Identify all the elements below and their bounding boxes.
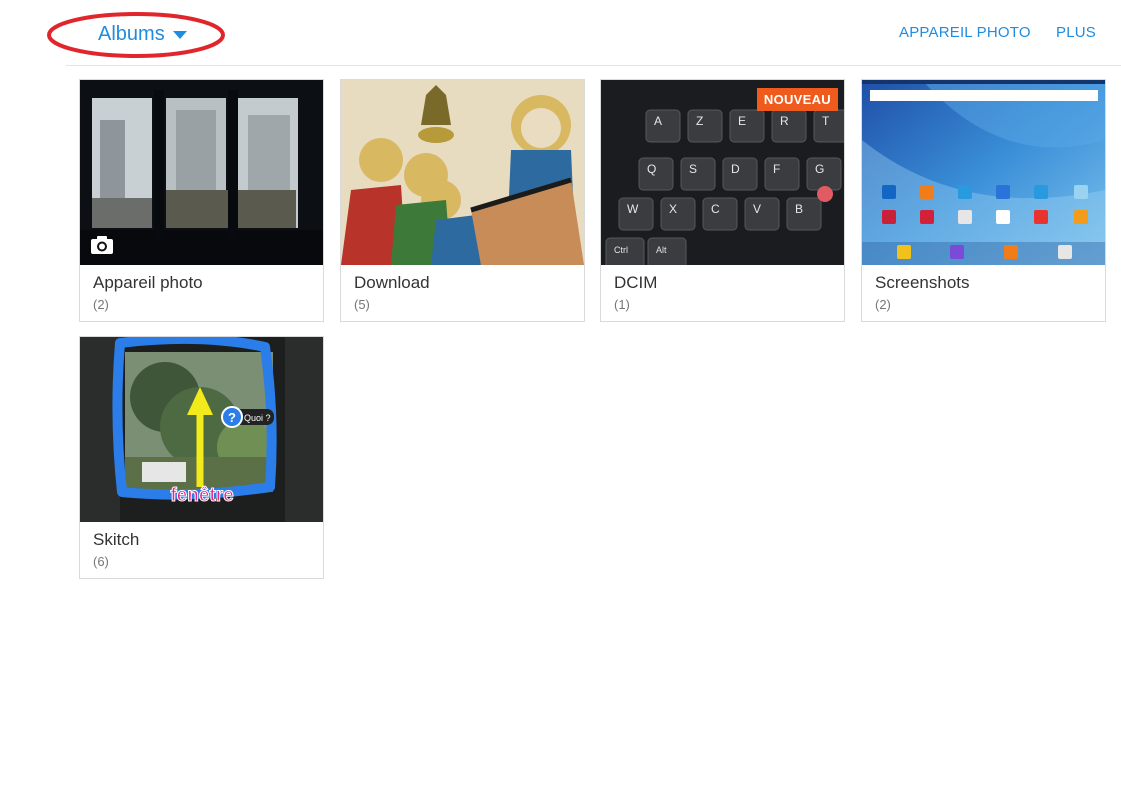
- app-icon: [920, 185, 934, 199]
- keyboard-key-label: F: [773, 162, 780, 176]
- album-count: (1): [614, 297, 630, 312]
- keyboard-key: [764, 157, 800, 191]
- album-name: Appareil photo: [93, 273, 203, 292]
- keyboard-key: [702, 197, 738, 231]
- caret-down-icon: [172, 31, 187, 39]
- app-icon: [920, 210, 934, 224]
- album-thumbnail: [80, 80, 323, 265]
- album-thumbnail: [862, 80, 1105, 265]
- keyboard-key-label: V: [753, 202, 761, 216]
- keyboard-key-label: D: [731, 162, 740, 176]
- keyboard-key: [660, 197, 696, 231]
- app-icon: [996, 210, 1010, 224]
- keyboard-key-label: Q: [647, 162, 656, 176]
- skitch-bubble-text: Quoi ?: [244, 413, 271, 423]
- app-icon: [882, 210, 896, 224]
- albums-dropdown-label: Albums: [98, 22, 165, 45]
- dock-icon: [950, 245, 964, 259]
- app-icon: [996, 185, 1010, 199]
- app-icon: [1034, 185, 1048, 199]
- album-count: (5): [354, 297, 370, 312]
- album-count: (6): [93, 554, 109, 569]
- keyboard-key: [645, 109, 681, 143]
- keyboard-key-label: Alt: [656, 245, 667, 255]
- keyboard-key-label: X: [669, 202, 677, 216]
- keyboard-key: [771, 109, 807, 143]
- album-card-screenshots[interactable]: Screenshots (2): [861, 79, 1106, 322]
- keyboard-key-label: S: [689, 162, 697, 176]
- header-divider: [66, 65, 1121, 66]
- dock-icon: [897, 245, 911, 259]
- album-thumbnail: ? Quoi ? fenêtre: [80, 337, 323, 522]
- keyboard-key: [687, 109, 723, 143]
- album-count: (2): [875, 297, 891, 312]
- keyboard-key-label: G: [815, 162, 824, 176]
- album-name: DCIM: [614, 273, 658, 292]
- dock-icon: [1058, 245, 1072, 259]
- album-thumbnail: [341, 80, 584, 265]
- album-name: Download: [354, 273, 430, 292]
- more-button[interactable]: PLUS: [1056, 24, 1096, 41]
- keyboard-key-label: R: [780, 114, 789, 128]
- album-thumbnail: AZERTYQSDFGHWXCVBCtrlAlt NOUVEAU: [601, 80, 844, 265]
- camera-button[interactable]: APPAREIL PHOTO: [899, 24, 1031, 41]
- keyboard-key-label: Z: [696, 114, 703, 128]
- app-icon: [1034, 210, 1048, 224]
- keyboard-key: [680, 157, 716, 191]
- keyboard-key-label: Ctrl: [614, 245, 628, 255]
- camera-icon: [91, 236, 113, 254]
- app-icon: [958, 210, 972, 224]
- album-card-skitch[interactable]: ? Quoi ? fenêtre Skitch (6): [79, 336, 324, 579]
- keyboard-key: [786, 197, 822, 231]
- app-bar: Albums APPAREIL PHOTO PLUS: [0, 0, 1121, 66]
- dock-icon: [1004, 245, 1018, 259]
- album-name: Screenshots: [875, 273, 970, 292]
- keyboard-key-label: C: [711, 202, 720, 216]
- keyboard-key-label: T: [822, 114, 830, 128]
- keyboard-key-label: E: [738, 114, 746, 128]
- albums-dropdown[interactable]: Albums: [98, 20, 187, 48]
- album-card-appareil-photo[interactable]: Appareil photo (2): [79, 79, 324, 322]
- app-icon: [958, 185, 972, 199]
- keyboard-key-label: B: [795, 202, 803, 216]
- album-count: (2): [93, 297, 109, 312]
- app-icon: [1074, 185, 1088, 199]
- app-icon: [1074, 210, 1088, 224]
- album-name: Skitch: [93, 530, 140, 549]
- keyboard-key: [647, 237, 687, 265]
- svg-text:?: ?: [228, 410, 236, 425]
- trackpoint: [817, 186, 833, 202]
- keyboard-key-label: W: [627, 202, 639, 216]
- album-card-dcim[interactable]: AZERTYQSDFGHWXCVBCtrlAlt NOUVEAU DCIM (1…: [600, 79, 845, 322]
- keyboard-key: [729, 109, 765, 143]
- new-badge: NOUVEAU: [756, 88, 838, 111]
- keyboard-key: [744, 197, 780, 231]
- app-icon: [882, 185, 896, 199]
- skitch-caption-text: fenêtre: [170, 485, 233, 506]
- keyboard-key-label: A: [654, 114, 662, 128]
- album-card-download[interactable]: Download (5): [340, 79, 585, 322]
- keyboard-key: [722, 157, 758, 191]
